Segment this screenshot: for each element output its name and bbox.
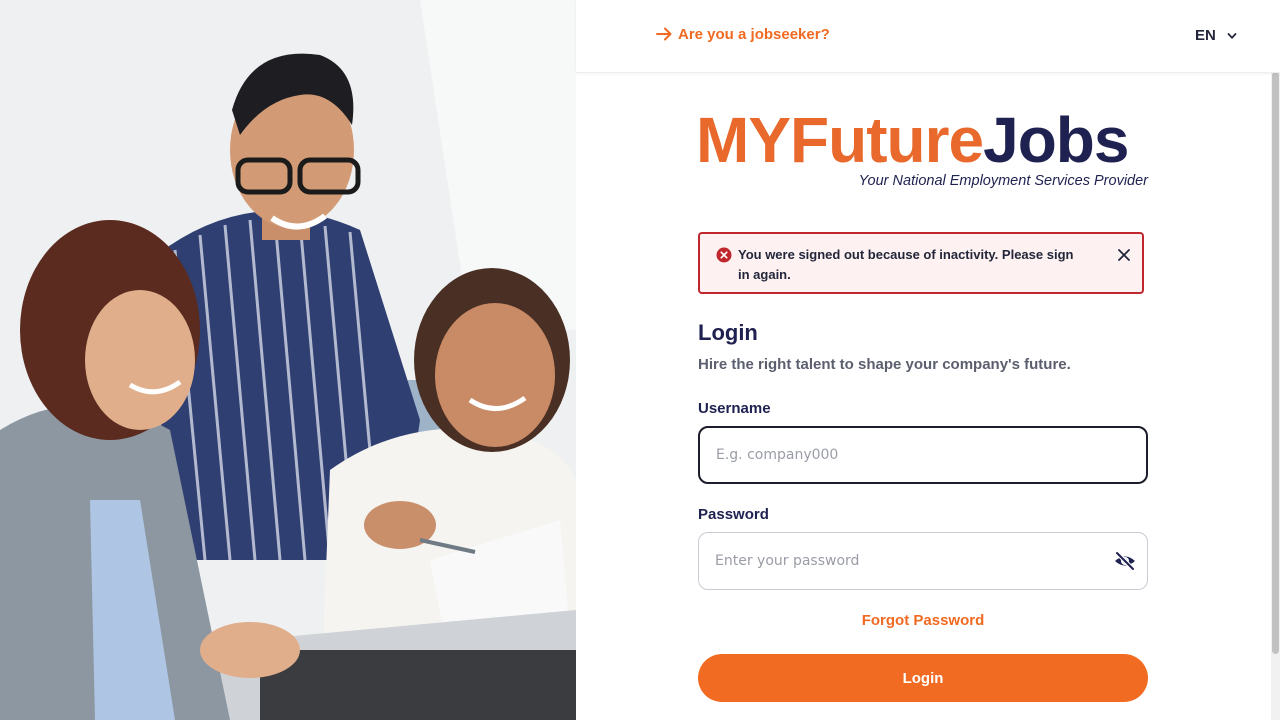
arrow-right-icon <box>656 27 672 41</box>
alert-message: You were signed out because of inactivit… <box>738 247 1074 282</box>
error-circle-icon <box>716 247 732 263</box>
scrollbar-thumb[interactable] <box>1272 72 1279 654</box>
password-label: Password <box>698 506 769 523</box>
eye-slash-icon[interactable] <box>1113 550 1137 572</box>
brand-logo: MYFutureJobs Your National Employment Se… <box>696 104 1148 196</box>
forgot-password-link[interactable]: Forgot Password <box>698 612 1148 629</box>
username-field-container <box>698 426 1148 484</box>
hero-illustration <box>0 0 576 720</box>
language-selector[interactable]: EN <box>1195 27 1238 44</box>
username-input[interactable] <box>716 428 1096 482</box>
logo-part-myfuture: MYFuture <box>696 104 984 176</box>
chevron-down-icon <box>1227 32 1237 39</box>
logo-wordmark: MYFutureJobs <box>696 104 1129 176</box>
top-bar: Are you a jobseeker? EN <box>576 0 1280 73</box>
login-panel: Are you a jobseeker? EN MYFutureJobs You… <box>576 0 1280 720</box>
username-label: Username <box>698 400 771 417</box>
scrollbar[interactable] <box>1271 72 1280 720</box>
close-icon[interactable] <box>1116 247 1132 263</box>
logo-part-jobs: Jobs <box>983 104 1129 176</box>
password-field-container <box>698 532 1148 590</box>
login-page: Are you a jobseeker? EN MYFutureJobs You… <box>0 0 1280 720</box>
jobseeker-link[interactable]: Are you a jobseeker? <box>654 24 830 44</box>
login-button[interactable]: Login <box>698 654 1148 702</box>
logo-tagline: Your National Employment Services Provid… <box>858 173 1148 189</box>
page-title: Login <box>698 320 758 345</box>
page-subtitle: Hire the right talent to shape your comp… <box>698 356 1071 373</box>
language-value: EN <box>1195 27 1216 44</box>
password-input[interactable] <box>715 533 1095 589</box>
inactivity-alert: You were signed out because of inactivit… <box>698 232 1144 294</box>
hero-photo <box>0 0 576 720</box>
jobseeker-link-label: Are you a jobseeker? <box>678 25 830 43</box>
